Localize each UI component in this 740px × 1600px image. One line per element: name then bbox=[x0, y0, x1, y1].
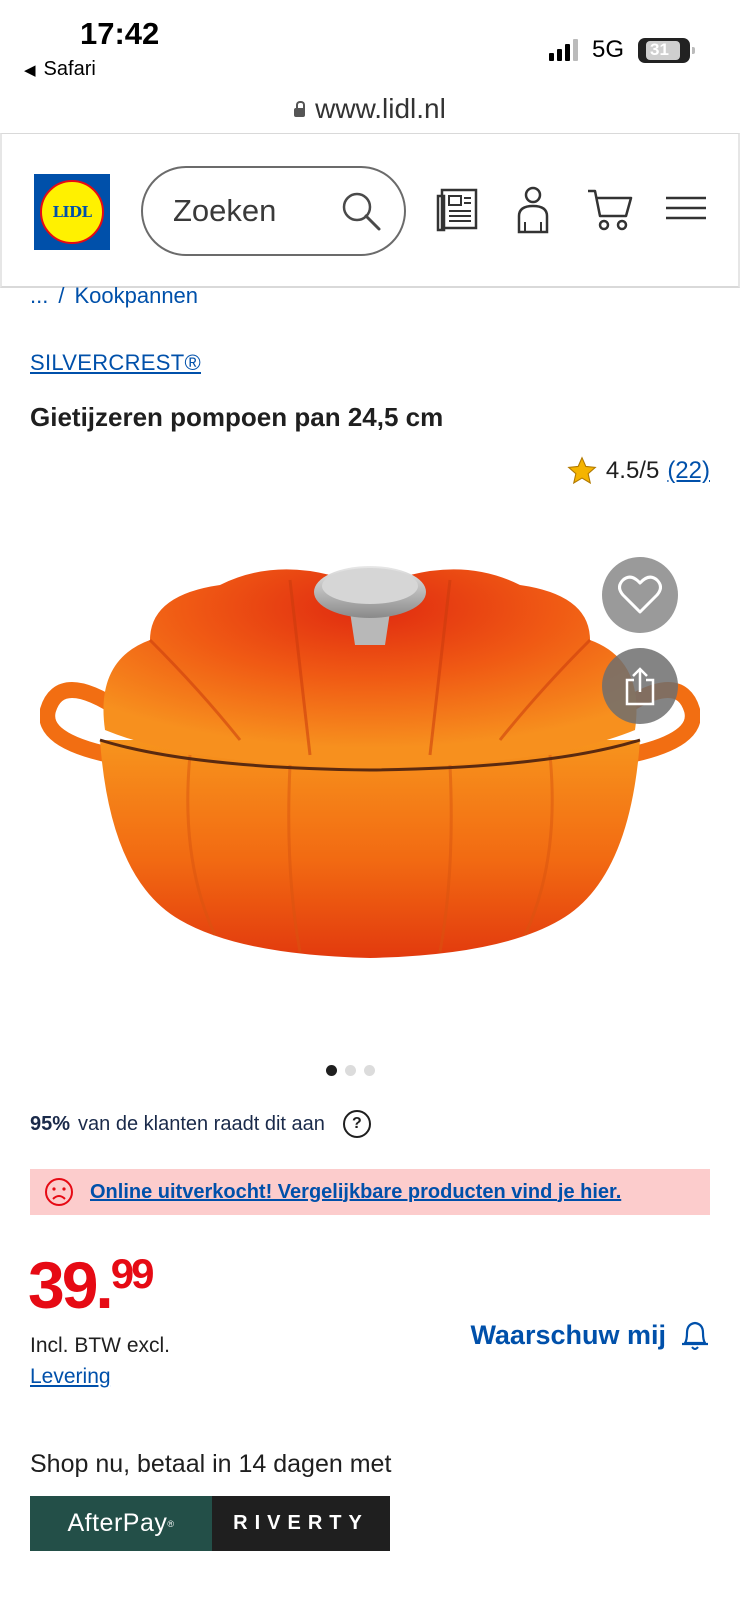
menu-icon[interactable] bbox=[664, 194, 708, 224]
share-button[interactable] bbox=[602, 648, 678, 724]
brand-link[interactable]: SILVERCREST® bbox=[30, 350, 201, 376]
delivery-link[interactable]: Levering bbox=[30, 1365, 111, 1389]
cart-icon[interactable] bbox=[586, 186, 634, 232]
search-placeholder: Zoeken bbox=[173, 193, 277, 228]
signal-icon bbox=[548, 39, 578, 61]
breadcrumb-ellipsis[interactable]: ... bbox=[30, 283, 48, 309]
carousel-dot[interactable] bbox=[364, 1065, 375, 1076]
battery-icon: 31 bbox=[638, 37, 695, 63]
status-time: 17:42 bbox=[80, 16, 160, 51]
image-carousel-dots bbox=[326, 1065, 375, 1076]
site-header: LIDL Zoeken bbox=[0, 133, 740, 288]
breadcrumb-current[interactable]: Kookpannen bbox=[74, 283, 198, 309]
status-indicators: 5G 31 bbox=[548, 36, 695, 64]
battery-level: 31 bbox=[650, 40, 669, 59]
search-icon[interactable] bbox=[340, 190, 382, 232]
back-to-app-link[interactable]: ◀ Safari bbox=[24, 58, 96, 81]
rating-value: 4.5/5 bbox=[605, 457, 660, 484]
carousel-dot[interactable] bbox=[326, 1065, 337, 1076]
price-whole: 39 bbox=[28, 1248, 98, 1322]
riverty-logo: RIVERTY bbox=[212, 1496, 390, 1551]
product-title: Gietijzeren pompoen pan 24,5 cm bbox=[30, 402, 444, 432]
product-image[interactable] bbox=[40, 540, 700, 1000]
sad-face-icon bbox=[45, 1178, 73, 1206]
favorite-button[interactable] bbox=[602, 557, 678, 633]
heart-icon bbox=[618, 575, 662, 614]
back-app-label: Safari bbox=[43, 58, 96, 80]
address-bar[interactable]: www.lidl.nl bbox=[0, 88, 740, 130]
star-icon bbox=[567, 456, 597, 485]
recommendation-info: 95% van de klanten raadt dit aan ? bbox=[30, 1110, 371, 1138]
carousel-dot[interactable] bbox=[345, 1065, 356, 1076]
notify-label: Waarschuw mij bbox=[470, 1319, 666, 1350]
account-icon[interactable] bbox=[512, 186, 554, 234]
breadcrumb-separator: / bbox=[58, 283, 65, 308]
riverty-label: RIVERTY bbox=[233, 1512, 369, 1534]
bell-icon bbox=[682, 1321, 708, 1350]
share-icon bbox=[625, 667, 655, 706]
status-bar: 17:42 ◀ Safari 5G 31 bbox=[0, 0, 740, 92]
notify-me-button[interactable]: Waarschuw mij bbox=[470, 1318, 710, 1352]
logo-text: LIDL bbox=[52, 203, 92, 221]
rating-count-link[interactable]: (22) bbox=[667, 457, 710, 485]
help-icon[interactable]: ? bbox=[342, 1110, 371, 1138]
brochure-icon[interactable] bbox=[435, 186, 481, 232]
product-price: 39. 99 bbox=[28, 1248, 155, 1322]
url-text: www.lidl.nl bbox=[315, 93, 446, 124]
recommend-text: van de klanten raadt dit aan bbox=[78, 1112, 325, 1135]
afterpay-label: AfterPay bbox=[67, 1509, 168, 1537]
network-type: 5G bbox=[591, 36, 624, 63]
payment-intro: Shop nu, betaal in 14 dagen met bbox=[30, 1450, 392, 1478]
price-separator: . bbox=[95, 1248, 113, 1322]
tax-note: Incl. BTW excl. bbox=[30, 1334, 171, 1357]
product-rating: 4.5/5 (22) bbox=[566, 455, 710, 487]
lock-icon bbox=[294, 100, 306, 117]
back-triangle-icon: ◀ bbox=[24, 61, 36, 79]
soldout-banner: Online uitverkocht! Vergelijkbare produc… bbox=[30, 1169, 710, 1215]
afterpay-logo: AfterPay ® bbox=[30, 1496, 212, 1551]
lidl-logo[interactable]: LIDL bbox=[34, 174, 110, 250]
breadcrumb: ... / Kookpannen bbox=[30, 283, 198, 309]
price-cents: 99 bbox=[110, 1250, 155, 1297]
search-input[interactable]: Zoeken bbox=[141, 166, 406, 256]
recommend-percent: 95% bbox=[30, 1112, 71, 1135]
similar-products-link[interactable]: Online uitverkocht! Vergelijkbare produc… bbox=[90, 1181, 621, 1204]
